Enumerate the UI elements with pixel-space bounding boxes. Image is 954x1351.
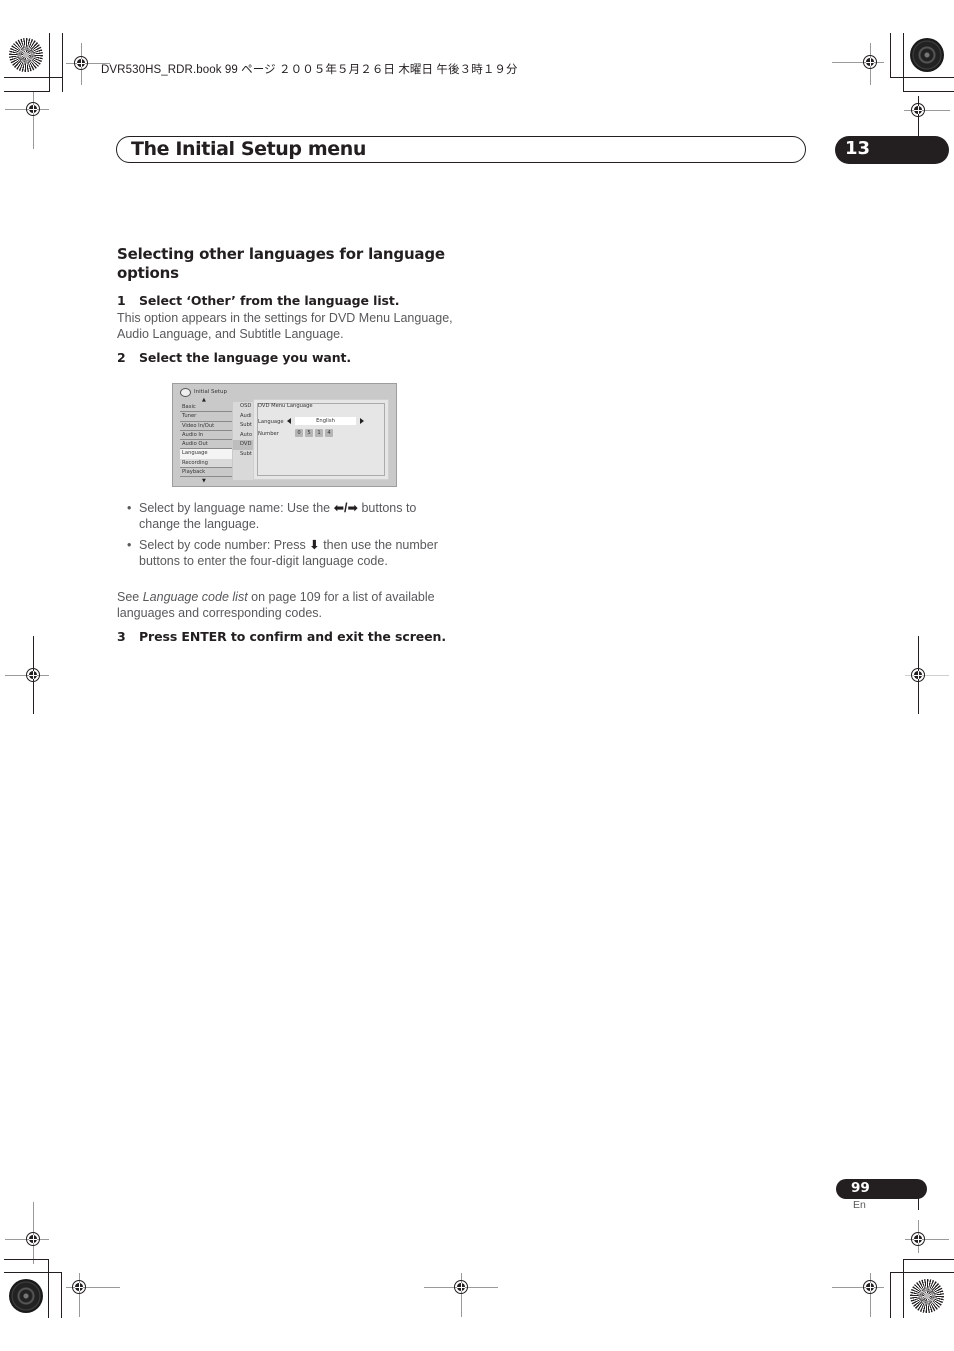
osd-number-label: Number — [258, 431, 279, 437]
code-digit: 4 — [325, 429, 333, 437]
bullet-language-name: • Select by language name: Use the ⬅/➡ bu… — [127, 500, 459, 532]
registration-mark-icon — [22, 98, 44, 120]
osd-submenu-item: Audi — [240, 412, 252, 419]
osd-language-value: English — [295, 417, 356, 425]
step-text: Select the language you want. — [139, 350, 352, 365]
step-number: 3 — [117, 629, 126, 644]
initial-setup-screen-figure: Initial Setup ▲ Basic Tuner Video In/Out… — [172, 383, 397, 487]
osd-menu-item: Audio In — [180, 431, 232, 441]
osd-menu-item: Playback — [180, 468, 232, 478]
crop-line — [48, 1259, 49, 1318]
registration-disc-icon — [910, 38, 944, 72]
osd-panel-title: DVD Menu Language — [258, 403, 313, 409]
step-text: Press ENTER to confirm and exit the scre… — [139, 629, 446, 644]
setup-disc-icon — [180, 388, 191, 397]
osd-submenu-item: Auto — [240, 431, 253, 438]
crop-line — [4, 91, 50, 92]
crop-line — [890, 33, 891, 78]
crop-line — [4, 77, 63, 78]
see-also-text: See Language code list on page 109 for a… — [117, 589, 457, 621]
osd-menu-item: Basic — [180, 403, 232, 413]
crop-line — [49, 33, 50, 92]
crop-line — [4, 1272, 61, 1273]
crop-line — [890, 1272, 954, 1273]
osd-menu-item-selected: Language — [180, 449, 232, 459]
left-arrow-icon — [287, 418, 291, 424]
registration-mark-icon — [68, 1276, 90, 1298]
language-code-list-reference: Language code list — [142, 590, 248, 604]
see-also-prefix: See — [117, 590, 143, 604]
registration-starburst-icon — [910, 1279, 944, 1313]
osd-submenu-item-highlighted: DVD — [233, 440, 253, 450]
section-heading: Selecting other languages for language o… — [117, 245, 445, 282]
right-arrow-icon — [360, 418, 364, 424]
code-digit: 0 — [295, 429, 303, 437]
registration-mark-icon — [907, 664, 929, 686]
step-1-description: This option appears in the settings for … — [117, 311, 453, 341]
crop-line — [62, 33, 63, 92]
step-1: 1 Select ‘Other’ from the language list. — [117, 293, 399, 308]
crop-line — [903, 1259, 904, 1318]
registration-mark-icon — [450, 1276, 472, 1298]
bullet-code-number: • Select by code number: Press ⬇ then use… — [127, 537, 459, 569]
registration-mark-icon — [907, 99, 929, 121]
registration-starburst-icon — [9, 38, 43, 72]
osd-title: Initial Setup — [194, 389, 227, 395]
chapter-title-bar: The Initial Setup menu — [116, 136, 806, 163]
crop-line — [4, 1259, 48, 1260]
page-number: 99 — [851, 1180, 870, 1196]
osd-setting-panel: DVD Menu Language Language English Numbe… — [253, 399, 389, 480]
step-2: 2 Select the language you want. — [117, 350, 351, 365]
osd-submenu-item: Subt — [240, 422, 252, 428]
chapter-title: The Initial Setup menu — [131, 138, 366, 160]
page-number-tab: 99 — [836, 1179, 927, 1199]
chapter-number-tab: 13 — [835, 136, 949, 164]
scroll-down-arrow-icon: ▼ — [202, 478, 206, 484]
bullet-text: Select by language name: Use the — [139, 501, 334, 515]
osd-main-menu: Basic Tuner Video In/Out Audio In Audio … — [180, 403, 232, 478]
down-arrow-icon: ⬇ — [309, 538, 320, 552]
osd-menu-item: Tuner — [180, 412, 232, 422]
bullet-dot: • — [127, 501, 132, 515]
osd-menu-item: Video In/Out — [180, 422, 232, 431]
osd-submenu-item: Subt — [240, 450, 252, 457]
bullet-text: Select by code number: Press — [139, 538, 310, 552]
print-job-line: DVR530HS_RDR.book 99 ページ ２００５年５月２６日 木曜日 … — [101, 64, 518, 76]
crop-line — [890, 77, 954, 78]
registration-mark-icon — [859, 51, 881, 73]
crop-line — [903, 33, 904, 92]
code-digit: 1 — [315, 429, 323, 437]
osd-code-digits: 0 5 1 4 — [295, 429, 333, 437]
osd-menu-item: Recording — [180, 458, 232, 469]
registration-disc-icon — [9, 1279, 43, 1313]
registration-mark-icon — [22, 1228, 44, 1250]
crop-line — [890, 1272, 891, 1318]
registration-mark-icon — [70, 52, 92, 74]
bullet-dot: • — [127, 538, 132, 552]
registration-mark-icon — [22, 664, 44, 686]
left-right-arrow-icon: ⬅/➡ — [333, 501, 358, 515]
registration-mark-icon — [859, 1276, 881, 1298]
registration-mark-icon — [907, 1228, 929, 1250]
osd-language-label: Language — [258, 419, 284, 425]
crop-line — [61, 1272, 62, 1318]
step-number: 2 — [117, 350, 126, 365]
chapter-number: 13 — [845, 138, 871, 159]
crop-line — [903, 91, 954, 92]
code-digit: 5 — [305, 429, 313, 437]
osd-submenu-item: OSD — [240, 403, 252, 409]
step-number: 1 — [117, 293, 126, 308]
crop-line — [903, 1259, 954, 1260]
crop-line — [918, 1190, 919, 1210]
language-code: En — [853, 1199, 866, 1211]
osd-submenu: OSD Audi Subt Auto DVD Subt — [233, 402, 253, 480]
osd-menu-item: Audio Out — [180, 440, 232, 450]
step-text: Select ‘Other’ from the language list. — [139, 293, 400, 308]
step-3: 3 Press ENTER to confirm and exit the scr… — [117, 629, 446, 644]
crop-line — [918, 148, 919, 158]
